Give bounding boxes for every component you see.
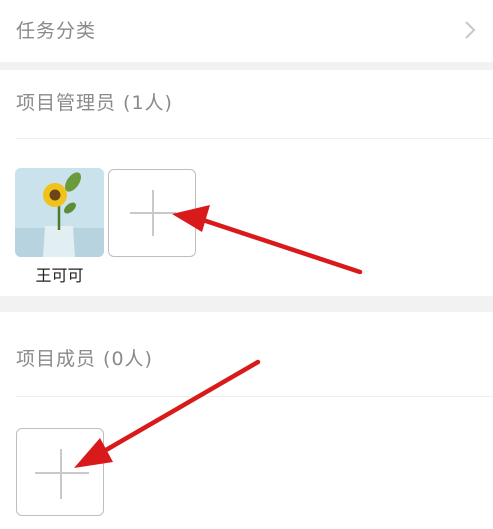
arrow-to-add-member bbox=[103, 359, 261, 453]
plus-icon bbox=[35, 449, 89, 499]
plus-icon bbox=[130, 190, 176, 236]
managers-divider bbox=[16, 138, 493, 139]
managers-title: 项目管理员 (1人) bbox=[16, 92, 173, 114]
members-divider bbox=[16, 396, 493, 397]
avatar[interactable] bbox=[15, 168, 104, 257]
sunflower-photo bbox=[15, 168, 104, 257]
members-title: 项目成员 (0人) bbox=[16, 348, 153, 370]
arrow-to-add-manager bbox=[197, 216, 363, 275]
task-category-label: 任务分类 bbox=[16, 20, 97, 42]
avatar-name: 王可可 bbox=[35, 266, 84, 285]
section-separator bbox=[0, 62, 493, 70]
add-member-button[interactable] bbox=[16, 428, 104, 516]
add-manager-button[interactable] bbox=[108, 169, 196, 257]
chevron-right-icon bbox=[465, 21, 476, 39]
task-category-row[interactable]: 任务分类 bbox=[0, 0, 493, 62]
section-separator bbox=[0, 296, 493, 312]
